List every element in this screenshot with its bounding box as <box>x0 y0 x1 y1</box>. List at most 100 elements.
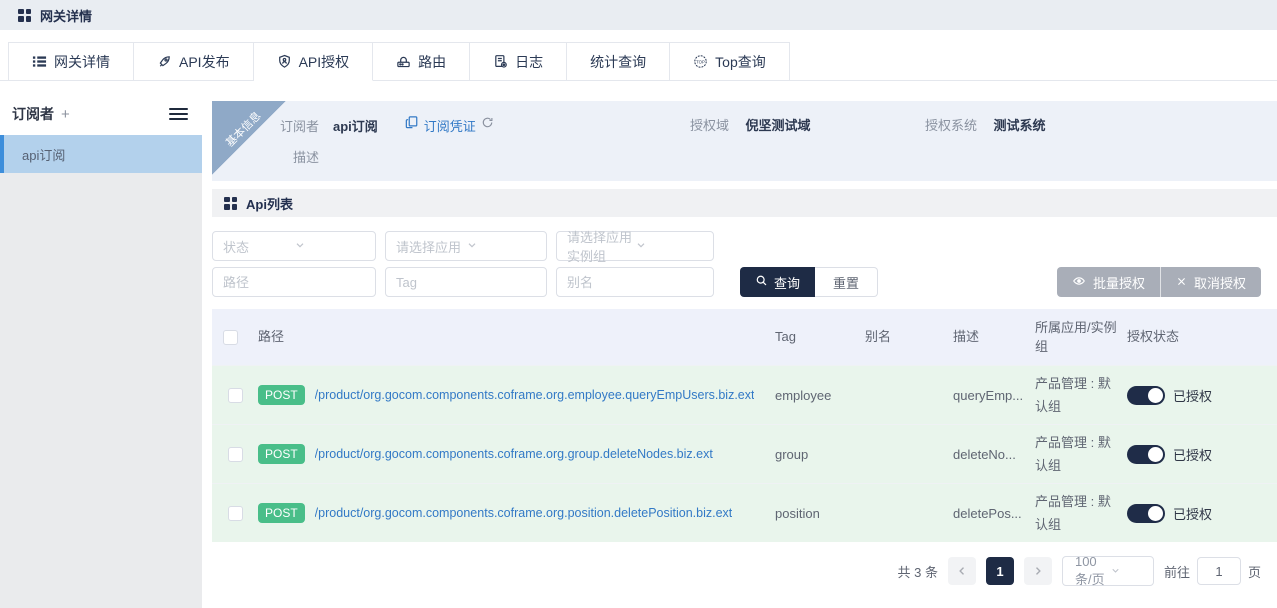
tag-input[interactable] <box>385 267 547 297</box>
column-header-auth-status: 授权状态 <box>1127 327 1277 347</box>
app-select[interactable]: 请选择应用 <box>385 231 547 261</box>
method-badge: POST <box>258 503 305 523</box>
tab-label: 网关详情 <box>54 52 110 72</box>
row-checkbox[interactable] <box>228 388 243 403</box>
next-page-button[interactable] <box>1024 557 1052 585</box>
column-header-alias: 别名 <box>865 327 953 347</box>
bulk-action-group: 批量授权 取消授权 <box>1057 267 1261 297</box>
rocket-icon <box>157 54 172 69</box>
tab-label: 统计查询 <box>590 52 646 72</box>
reset-button[interactable]: 重置 <box>815 267 878 297</box>
credential-link[interactable]: 订阅凭证 <box>424 116 476 135</box>
copy-icon[interactable] <box>404 115 419 135</box>
tab-statistics-query[interactable]: 统计查询 <box>567 42 670 81</box>
auth-toggle[interactable] <box>1127 445 1165 464</box>
reset-button-label: 重置 <box>833 276 859 291</box>
cancel-authorize-button[interactable]: 取消授权 <box>1161 267 1261 297</box>
tab-label: Top查询 <box>715 52 766 72</box>
page-header: 网关详情 <box>0 0 1277 30</box>
api-list-section-header: Api列表 <box>212 189 1277 217</box>
chevron-down-icon <box>635 239 703 254</box>
chevron-down-icon <box>466 239 536 254</box>
filter-row-selects: 状态 请选择应用 请选择应用实例组 <box>212 231 1277 261</box>
close-icon <box>1176 275 1187 290</box>
app-group-cell: 产品管理 : 默认组 <box>1035 372 1127 419</box>
goto-suffix: 页 <box>1248 562 1261 581</box>
filter-row-inputs: 查询 重置 批量授权 取消授权 <box>212 267 1277 297</box>
gateway-detail-page: 网关详情 网关详情 API发布 API授权 路由 日志 统计查询 TOP Top… <box>0 0 1277 608</box>
auth-toggle[interactable] <box>1127 386 1165 405</box>
tab-bar: 网关详情 API发布 API授权 路由 日志 统计查询 TOP Top查询 <box>0 42 1277 81</box>
chevron-down-icon <box>294 239 365 254</box>
list-icon <box>32 54 47 69</box>
path-input[interactable] <box>212 267 376 297</box>
ribbon-label: 基本信息 <box>212 101 280 166</box>
api-path-link[interactable]: /product/org.gocom.components.coframe.or… <box>315 506 733 520</box>
status-select-placeholder: 状态 <box>223 237 294 256</box>
auth-status-label: 已授权 <box>1173 445 1212 464</box>
sidebar-item-label: api订阅 <box>22 145 65 164</box>
description-row: 描述 <box>277 147 319 166</box>
tag-cell: group <box>775 447 865 462</box>
refresh-icon[interactable] <box>481 116 494 134</box>
select-all-checkbox[interactable] <box>223 330 238 345</box>
app-grid-icon <box>224 197 237 210</box>
api-table: 路径 Tag 别名 描述 所属应用/实例组 授权状态 POST /product… <box>212 309 1277 542</box>
table-row: POST /product/org.gocom.components.cofra… <box>212 424 1277 483</box>
prev-page-button[interactable] <box>948 557 976 585</box>
sidebar-item-api-subscription[interactable]: api订阅 <box>0 135 202 173</box>
shield-icon <box>277 54 292 69</box>
sidebar-main-gap <box>202 93 212 608</box>
column-header-description: 描述 <box>953 327 1035 347</box>
auth-toggle[interactable] <box>1127 504 1165 523</box>
top-badge-icon: TOP <box>693 54 708 69</box>
instance-group-select-placeholder: 请选择应用实例组 <box>567 227 635 265</box>
description-label: 描述 <box>277 147 319 166</box>
tab-top-query[interactable]: TOP Top查询 <box>670 42 790 81</box>
goto-label: 前往 <box>1164 562 1190 581</box>
app-group-cell: 产品管理 : 默认组 <box>1035 490 1127 537</box>
tag-cell: employee <box>775 388 865 403</box>
row-checkbox[interactable] <box>228 447 243 462</box>
current-page-button[interactable]: 1 <box>986 557 1014 585</box>
sidebar-filler <box>0 173 202 608</box>
auth-system-field: 授权系统 测试系统 <box>925 115 1045 135</box>
tab-route[interactable]: 路由 <box>373 42 470 81</box>
content-area: 订阅者 + api订阅 基本信息 订阅者 api订阅 <box>0 93 1277 608</box>
status-select[interactable]: 状态 <box>212 231 376 261</box>
chevron-down-icon <box>1110 564 1145 579</box>
api-path-link[interactable]: /product/org.gocom.components.coframe.or… <box>315 447 713 461</box>
auth-status-label: 已授权 <box>1173 504 1212 523</box>
tab-gateway-detail[interactable]: 网关详情 <box>8 42 134 81</box>
tab-label: 路由 <box>418 52 446 72</box>
search-button[interactable]: 查询 <box>740 267 815 297</box>
instance-group-select[interactable]: 请选择应用实例组 <box>556 231 714 261</box>
auth-status-label: 已授权 <box>1173 386 1212 405</box>
hamburger-icon[interactable] <box>169 105 188 123</box>
row-checkbox[interactable] <box>228 506 243 521</box>
search-button-label: 查询 <box>774 273 800 292</box>
add-subscriber-button[interactable]: + <box>61 106 70 123</box>
cancel-authorize-label: 取消授权 <box>1194 273 1246 292</box>
table-row: POST /product/org.gocom.components.cofra… <box>212 483 1277 542</box>
search-icon <box>755 274 768 290</box>
goto-page-group: 前往 页 <box>1164 557 1261 585</box>
batch-authorize-button[interactable]: 批量授权 <box>1057 267 1161 297</box>
sidebar-title: 订阅者 <box>12 104 54 124</box>
page-title: 网关详情 <box>40 6 92 25</box>
goto-page-input[interactable] <box>1197 557 1241 585</box>
api-path-link[interactable]: /product/org.gocom.components.coframe.or… <box>315 388 755 402</box>
router-icon <box>396 54 411 69</box>
tab-api-authorization[interactable]: API授权 <box>254 42 374 81</box>
tab-label: API发布 <box>179 52 230 72</box>
page-size-select[interactable]: 100条/页 <box>1062 556 1154 586</box>
table-row: POST /product/org.gocom.components.cofra… <box>212 365 1277 424</box>
tab-log[interactable]: 日志 <box>470 42 567 81</box>
subscriber-sidebar: 订阅者 + api订阅 <box>0 93 202 608</box>
tab-api-publish[interactable]: API发布 <box>134 42 254 81</box>
page-size-value: 100条/页 <box>1075 554 1110 588</box>
subscription-credential[interactable]: 订阅凭证 <box>404 115 494 135</box>
batch-authorize-label: 批量授权 <box>1093 273 1145 292</box>
basic-info-panel: 基本信息 订阅者 api订阅 订阅凭证 授权域 倪坚测试域 授权系统 <box>212 101 1277 181</box>
alias-input[interactable] <box>556 267 714 297</box>
